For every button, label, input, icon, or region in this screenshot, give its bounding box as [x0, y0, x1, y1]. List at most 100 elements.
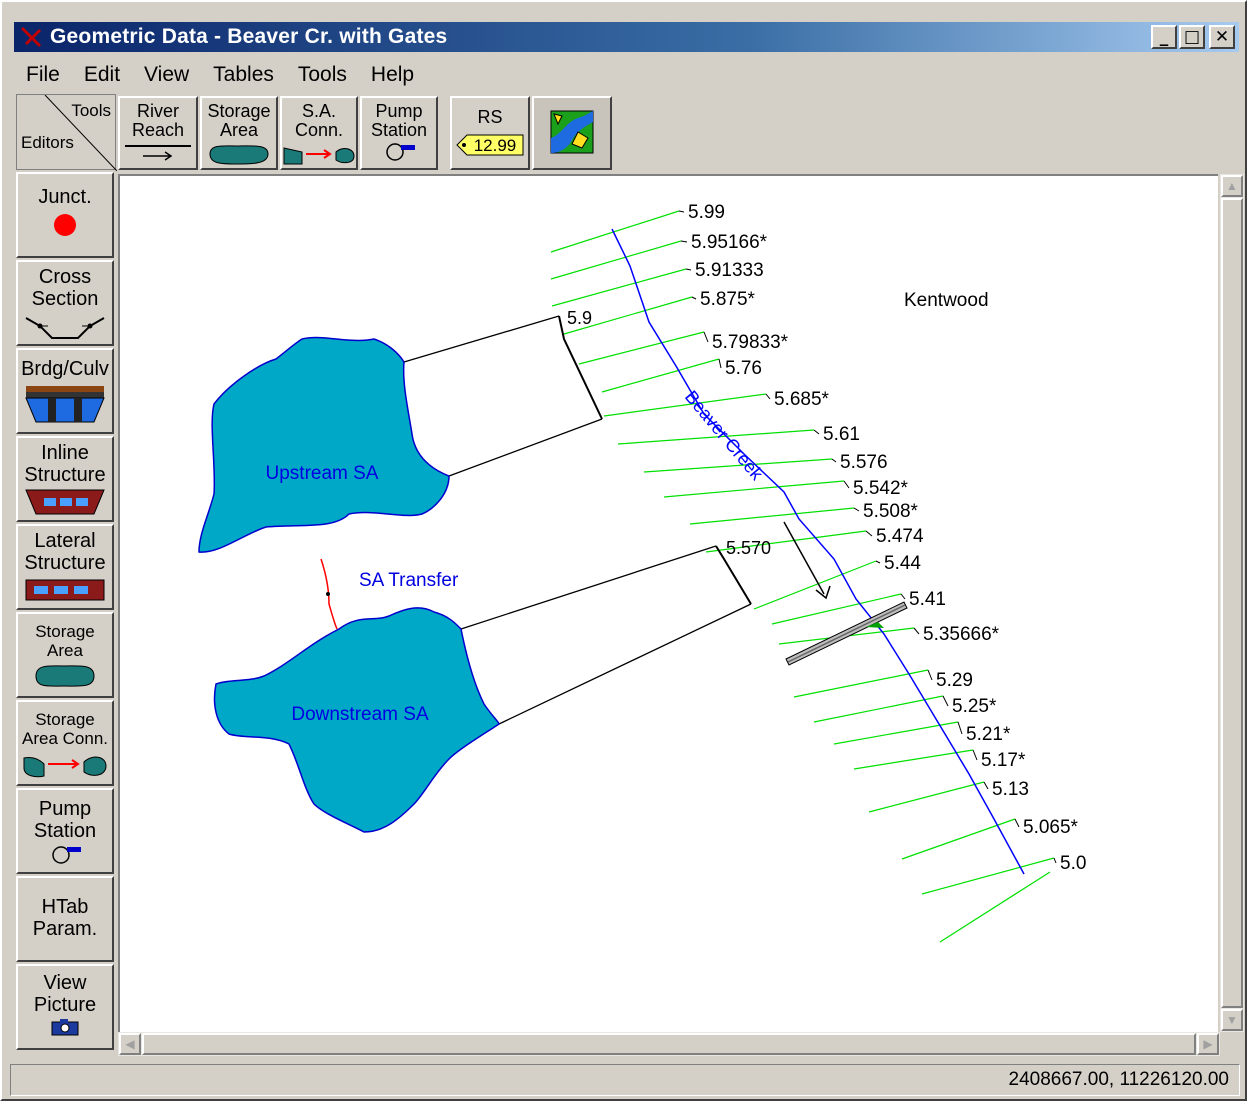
- storage-area-conn-editor-button[interactable]: Storage Area Conn.: [16, 700, 114, 786]
- close-button[interactable]: ✕: [1209, 25, 1235, 49]
- cross-section-line[interactable]: [601, 358, 720, 393]
- river-reach-button[interactable]: River Reach: [118, 96, 198, 170]
- cross-section-label: 5.685*: [774, 389, 830, 410]
- sa-conn-editor-label-2: Area Conn.: [22, 729, 108, 748]
- cross-section-leader: [680, 240, 688, 243]
- sa-conn-icon: [283, 147, 355, 165]
- sa-conn-button[interactable]: S.A. Conn.: [280, 96, 358, 170]
- storage-area-editor-label-1: Storage: [35, 622, 95, 641]
- cross-section-line[interactable]: [868, 781, 985, 813]
- vertical-scrollbar[interactable]: ▲ ▼: [1220, 174, 1244, 1032]
- menu-edit[interactable]: Edit: [72, 60, 132, 90]
- cross-section-line[interactable]: [921, 857, 1055, 895]
- vertical-scroll-thumb[interactable]: [1221, 198, 1243, 1008]
- lateral-structure-label-1: Lateral: [34, 530, 96, 552]
- cross-section-leader: [913, 627, 920, 635]
- bridge-culvert-editor-button[interactable]: Brdg/Culv: [16, 348, 114, 434]
- inline-structure-editor-button[interactable]: Inline Structure: [16, 436, 114, 522]
- inline-structure-label-1: Inline: [41, 442, 89, 464]
- background-map-button[interactable]: [532, 96, 612, 170]
- cross-section-label: 5.29: [936, 670, 973, 691]
- storage-area-editor-button[interactable]: Storage Area: [16, 612, 114, 698]
- sa-transfer-label: SA Transfer: [359, 570, 459, 591]
- cross-section-line[interactable]: [689, 507, 855, 525]
- scroll-up-arrow[interactable]: ▲: [1221, 175, 1243, 197]
- view-picture-label-2: Picture: [33, 994, 97, 1016]
- menu-tools[interactable]: Tools: [286, 60, 359, 90]
- pump-station-editor-button[interactable]: Pump Station: [16, 788, 114, 874]
- horizontal-scrollbar[interactable]: ◀ ▶: [118, 1032, 1220, 1056]
- cross-section-label: 5.61: [823, 424, 860, 445]
- cross-section-label: 5.875*: [700, 289, 756, 310]
- lateral-structure-upper[interactable]: [558, 315, 603, 420]
- cross-section-leader: [927, 669, 933, 681]
- title-bar[interactable]: Geometric Data - Beaver Cr. with Gates _…: [14, 22, 1239, 52]
- cross-section-line[interactable]: [663, 480, 845, 498]
- cross-section-line[interactable]: [853, 749, 974, 770]
- htab-label-1: HTab: [41, 896, 89, 918]
- cross-section-line[interactable]: [793, 669, 929, 698]
- junction-editor-button[interactable]: Junct.: [16, 172, 114, 258]
- horizontal-scroll-thumb[interactable]: [142, 1033, 1196, 1055]
- scroll-down-arrow[interactable]: ▼: [1221, 1009, 1243, 1031]
- tools-label: Tools: [71, 101, 111, 120]
- upstream-sa-label: Upstream SA: [266, 463, 379, 484]
- sa-conn-label-2: Conn.: [294, 120, 344, 140]
- coordinates-readout: 2408667.00, 11226120.00: [1008, 1069, 1229, 1090]
- brdg-culv-label: Brdg/Culv: [21, 358, 109, 380]
- cross-section-label: 5.21*: [966, 724, 1011, 745]
- cross-section-leader: [900, 593, 906, 600]
- cross-section-leader: [853, 507, 860, 512]
- cross-section-line[interactable]: [551, 268, 687, 307]
- cross-section-line[interactable]: [550, 210, 680, 253]
- menu-help[interactable]: Help: [359, 60, 426, 90]
- lateral-structure-editor-button[interactable]: Lateral Structure: [16, 524, 114, 610]
- rs-label: RS: [477, 107, 503, 127]
- cross-section-label-1: Cross: [38, 266, 92, 288]
- scroll-left-arrow[interactable]: ◀: [119, 1033, 141, 1055]
- menu-file[interactable]: File: [14, 60, 72, 90]
- sa-transfer-node: [326, 592, 330, 596]
- junct-label: Junct.: [38, 186, 92, 208]
- cross-section-leader: [678, 210, 685, 213]
- cross-section-label: 5.41: [909, 589, 946, 610]
- cross-section-label: 5.25*: [952, 696, 997, 717]
- map-icon: [550, 110, 594, 154]
- schematic-canvas[interactable]: Beaver Creek Kentwood 5.9 5.570 Upstream…: [118, 174, 1218, 1032]
- cross-section-line[interactable]: [813, 695, 944, 723]
- storage-area-editor-label-2: Area: [47, 641, 83, 660]
- htab-param-editor-button[interactable]: HTab Param.: [16, 876, 114, 962]
- cross-section-label: 5.474: [876, 526, 924, 547]
- river-reach-line[interactable]: [611, 228, 1025, 875]
- river-label: Beaver Creek: [681, 387, 768, 485]
- sa-conn-editor-icon: [23, 756, 107, 778]
- cross-section-line[interactable]: [578, 331, 705, 365]
- pump-station-editor-icon: [52, 846, 81, 864]
- maximize-icon: □: [1183, 26, 1201, 47]
- cross-section-line[interactable]: [939, 871, 1051, 943]
- cross-section-label: 5.91333: [695, 260, 764, 281]
- view-picture-button[interactable]: View Picture: [16, 964, 114, 1050]
- maximize-button[interactable]: □: [1179, 25, 1205, 49]
- editors-label: Editors: [21, 133, 74, 152]
- lateral-structure-label-2: Structure: [24, 552, 106, 574]
- rs-button[interactable]: RS 12.99: [450, 96, 530, 170]
- cross-section-leader: [831, 458, 837, 463]
- pump-station-editor-label-1: Pump: [38, 798, 92, 820]
- cross-section-line[interactable]: [550, 240, 682, 280]
- window-title: Geometric Data - Beaver Cr. with Gates: [50, 25, 448, 48]
- cross-section-editor-button[interactable]: Cross Section: [16, 260, 114, 346]
- menu-tables[interactable]: Tables: [201, 60, 286, 90]
- pump-station-button[interactable]: Pump Station: [360, 96, 438, 170]
- menu-view[interactable]: View: [132, 60, 201, 90]
- scroll-right-arrow[interactable]: ▶: [1197, 1033, 1219, 1055]
- rs-tag-text: 12.99: [474, 136, 517, 155]
- cross-section-label: 5.35666*: [923, 624, 1000, 645]
- upstream-storage-area[interactable]: [198, 336, 450, 553]
- minimize-button[interactable]: _: [1151, 25, 1177, 49]
- storage-area-button[interactable]: Storage Area: [200, 96, 278, 170]
- river-reach-label-1: River: [136, 101, 179, 121]
- sa-conn-editor-label-1: Storage: [35, 710, 95, 729]
- downstream-sa-label: Downstream SA: [291, 704, 429, 725]
- tools-editors-corner: Tools Editors: [16, 94, 117, 171]
